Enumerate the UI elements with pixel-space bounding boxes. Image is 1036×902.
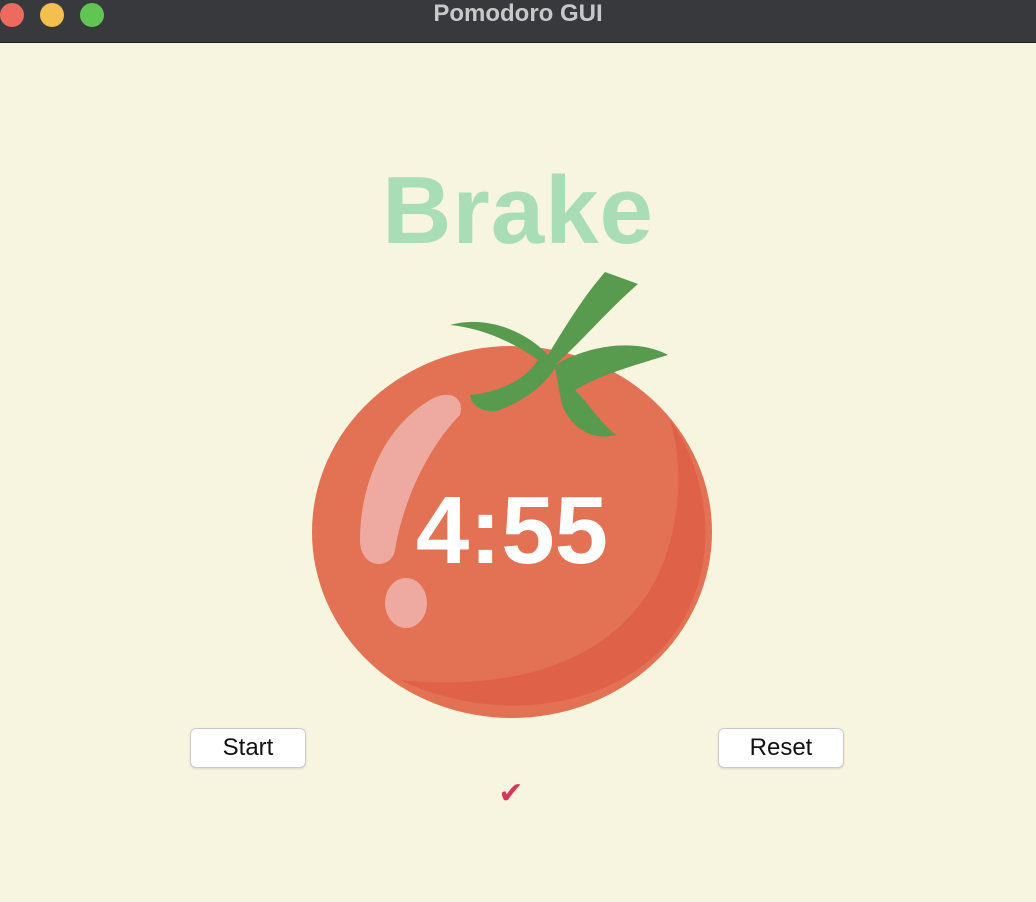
countdown-timer: 4:55 xyxy=(415,477,609,584)
app-window: Pomodoro GUI Brake 4:55 Start Reset ✔ xyxy=(0,0,1036,902)
checkmark-progress: ✔ xyxy=(498,777,524,810)
start-button[interactable]: Start xyxy=(190,728,306,768)
reset-button[interactable]: Reset xyxy=(718,728,844,768)
mode-label: Brake xyxy=(382,157,654,264)
window-title: Pomodoro GUI xyxy=(433,0,603,27)
title-bar[interactable]: Pomodoro GUI xyxy=(0,0,1036,43)
